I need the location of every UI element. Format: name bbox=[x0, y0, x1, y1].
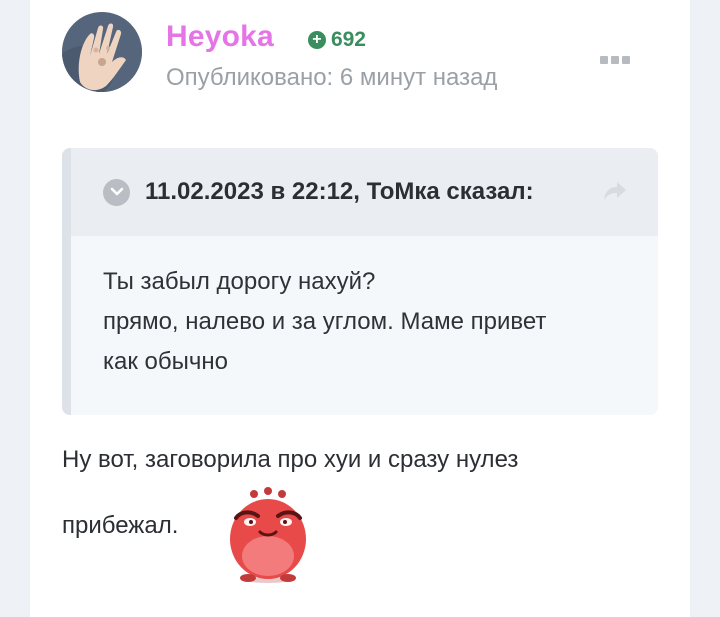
quote-body: Ты забыл дорогу нахуй? прямо, налево и з… bbox=[71, 236, 658, 382]
author-name[interactable]: Heyoka bbox=[166, 20, 274, 54]
red-blob-emoji bbox=[230, 487, 306, 583]
quote-line: прямо, налево и за углом. Маме привет bbox=[103, 308, 547, 335]
dot bbox=[600, 56, 608, 64]
more-dots-icon[interactable] bbox=[600, 56, 630, 64]
quote-line: как обычно bbox=[103, 348, 228, 375]
chevron-down-icon[interactable] bbox=[103, 178, 130, 206]
quote-block: 11.02.2023 в 22:12, ТоМка сказал: Ты заб… bbox=[62, 148, 658, 415]
reputation-value: 692 bbox=[330, 28, 366, 51]
quote-header: 11.02.2023 в 22:12, ТоМка сказал: bbox=[71, 148, 658, 236]
author-avatar[interactable] bbox=[62, 12, 142, 92]
post-card: Heyoka + 692 Опубликовано: 6 минут назад… bbox=[30, 0, 690, 617]
avatar-image bbox=[62, 12, 142, 92]
quote-citation: 11.02.2023 в 22:12, ТоМка сказал: bbox=[145, 178, 534, 205]
share-arrow-icon[interactable] bbox=[602, 180, 628, 207]
quote-line: Ты забыл дорогу нахуй? bbox=[103, 268, 376, 295]
dot bbox=[611, 56, 619, 64]
reputation-badge[interactable]: + 692 bbox=[307, 28, 366, 52]
dot bbox=[622, 56, 630, 64]
post-text-line: Ну вот, заговорила про хуи и сразу нулез bbox=[62, 446, 519, 473]
post-text-line: прибежал. bbox=[62, 512, 179, 539]
post-timestamp: Опубликовано: 6 минут назад bbox=[166, 64, 498, 91]
author-line: Heyoka + 692 bbox=[166, 20, 366, 54]
plus-circle-icon: + bbox=[307, 31, 326, 49]
